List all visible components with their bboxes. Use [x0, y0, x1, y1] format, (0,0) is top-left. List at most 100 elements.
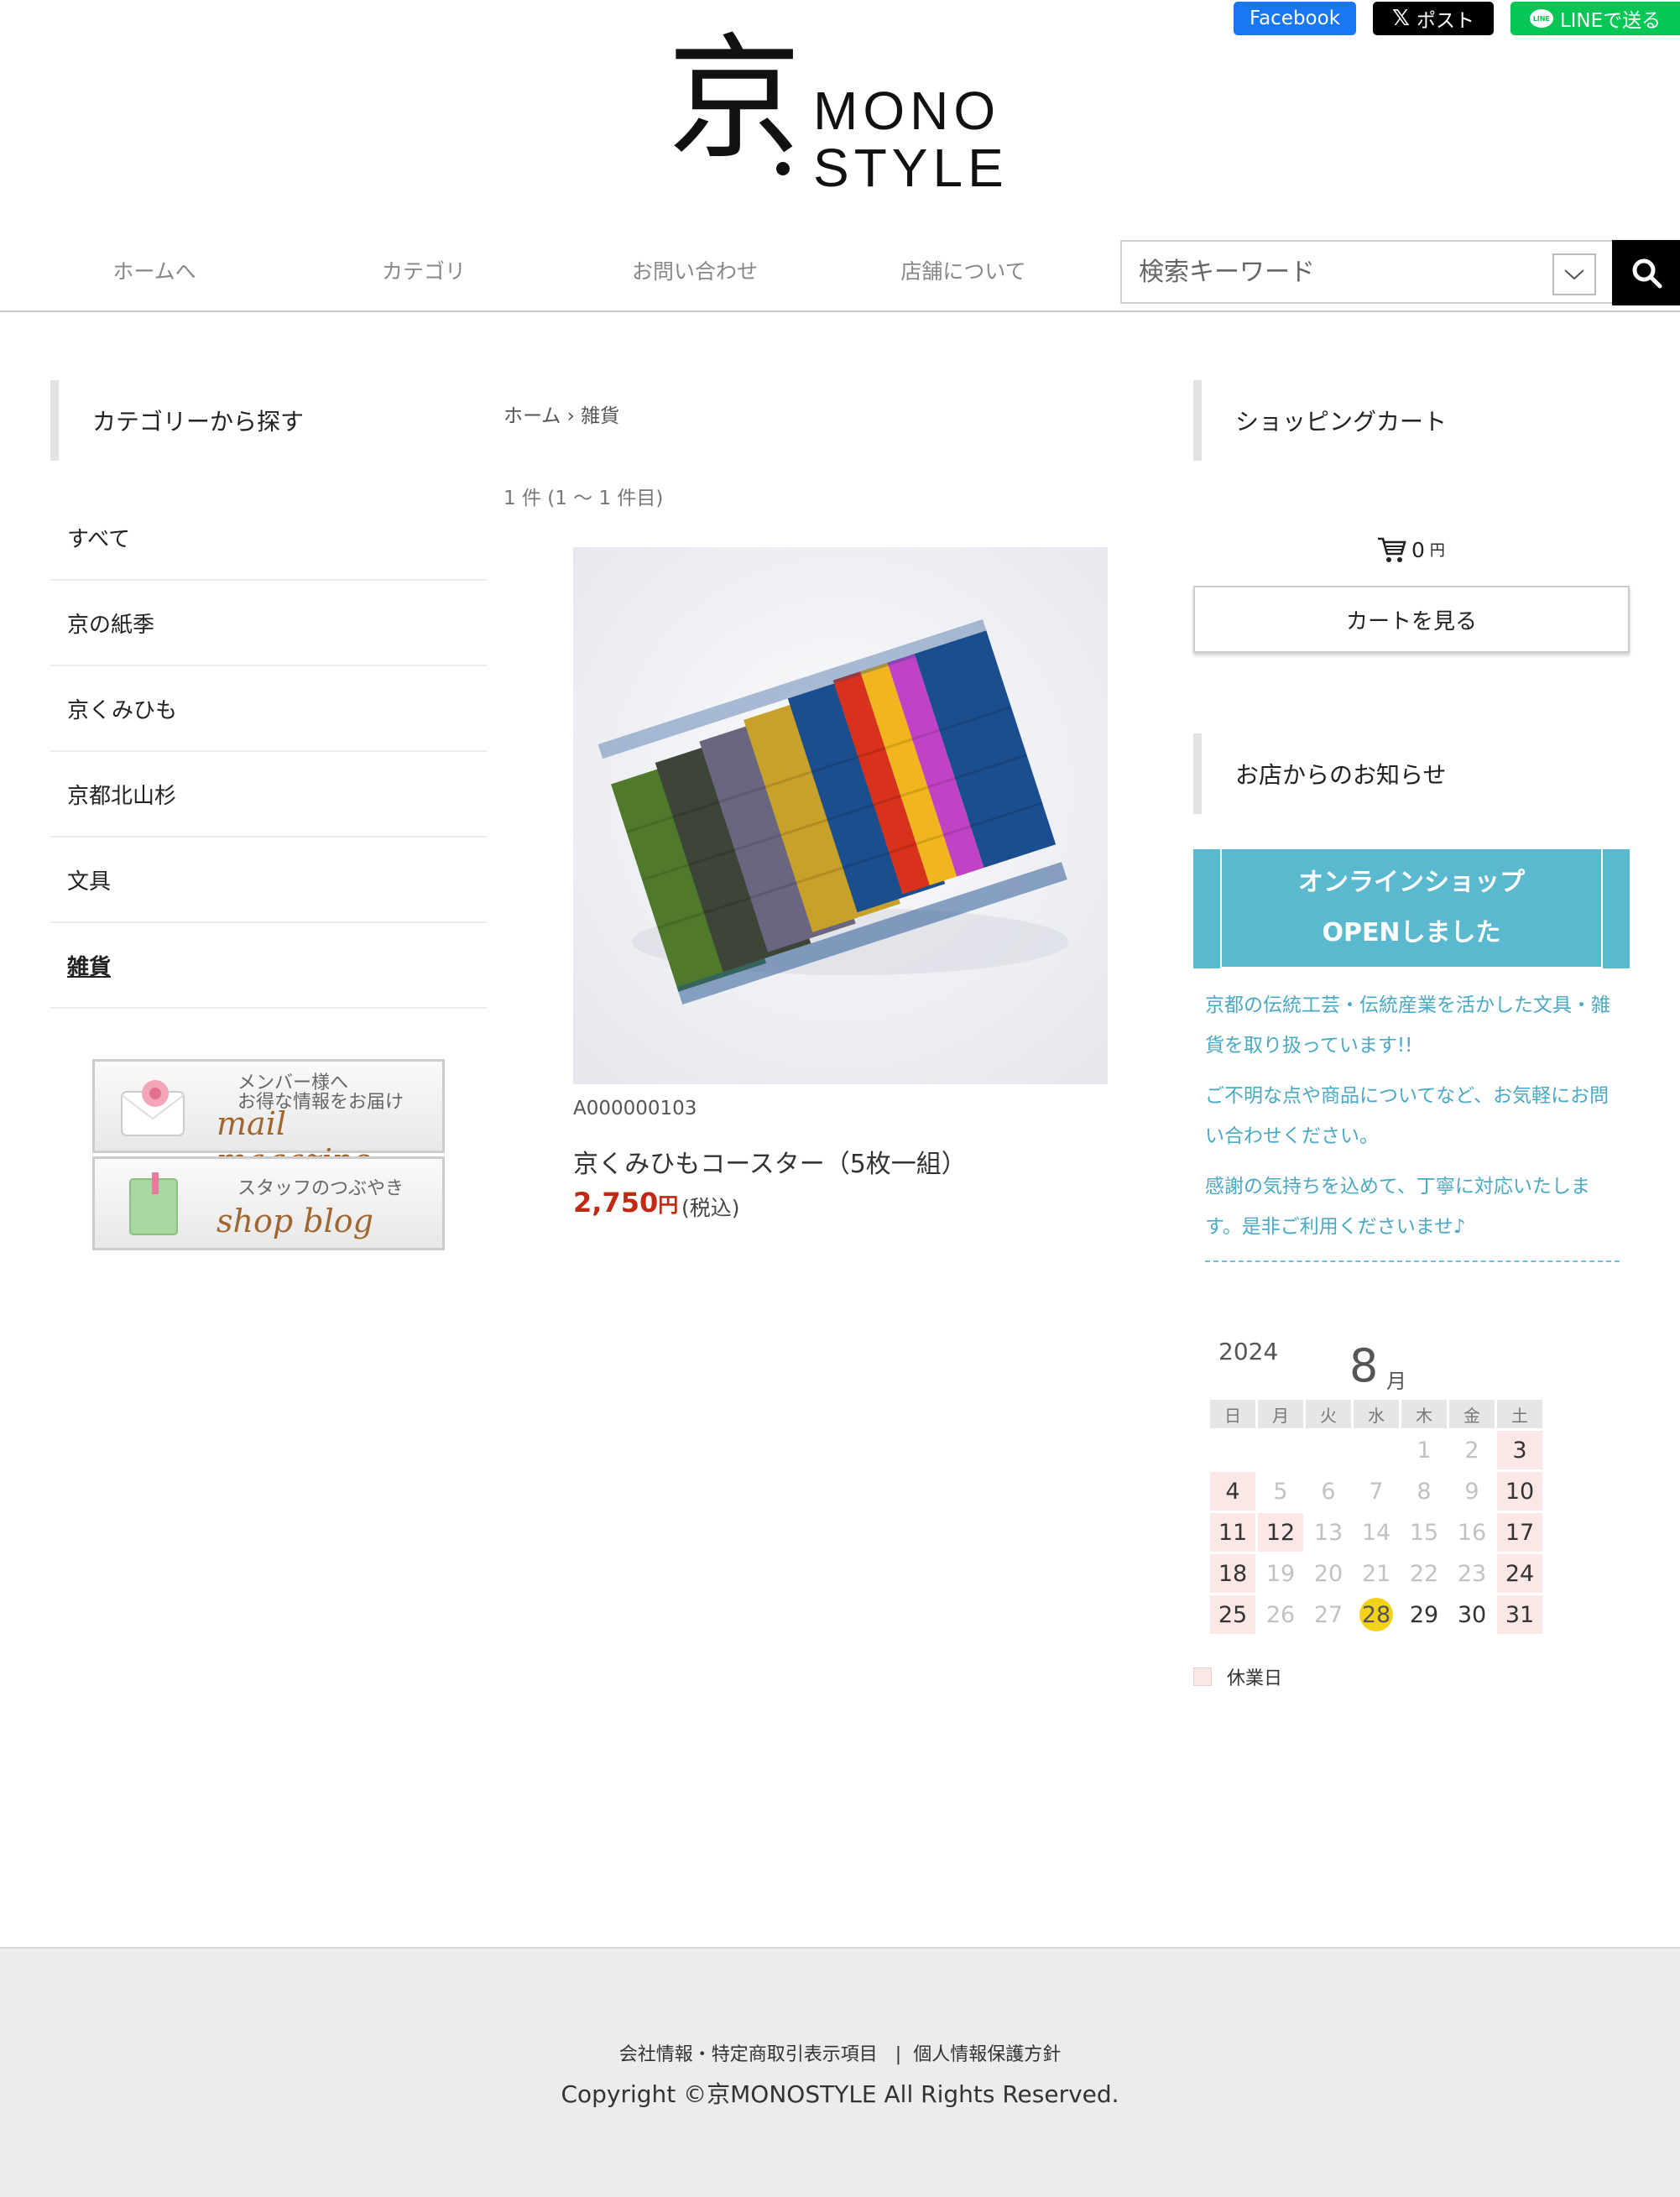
- calendar-day: 6: [1321, 1478, 1336, 1505]
- line-logo-icon: LINE: [1529, 9, 1553, 28]
- product-price: 2,750円: [573, 1187, 678, 1219]
- mail-magazine-banner[interactable]: メンバー様へ お得な情報をお届け mail magazine: [92, 1059, 445, 1179]
- calendar-week: 4 5 6 7 8 9 10: [1210, 1469, 1545, 1511]
- nav-category[interactable]: カテゴリ: [290, 238, 558, 302]
- notice-paragraph-1: 京都の伝統工芸・伝統産業を活かした文具・雑貨を取り扱っています!!: [1205, 994, 1610, 1057]
- nav-about-store[interactable]: 店舗について: [829, 238, 1098, 302]
- cart-heading: ショッピングカート: [1193, 380, 1630, 461]
- calendar-day: 9: [1464, 1478, 1479, 1505]
- category-kitayama-sugi[interactable]: 京都北山杉: [50, 752, 487, 838]
- calendar-day: 31: [1497, 1595, 1542, 1634]
- calendar-day: 26: [1265, 1601, 1296, 1628]
- calendar-day: 8: [1417, 1478, 1432, 1505]
- x-logo-icon: 𝕏: [1392, 6, 1410, 31]
- result-count: 1 件 (1 〜 1 件目): [503, 488, 664, 509]
- weekday-sat: 土: [1497, 1400, 1542, 1428]
- cart-icon: [1378, 537, 1406, 562]
- calendar-day: 16: [1457, 1519, 1487, 1546]
- calendar-week: 11 12 13 14 15 16 17: [1210, 1511, 1545, 1552]
- calendar-day: 4: [1210, 1472, 1255, 1511]
- line-label: LINEで送る: [1559, 10, 1662, 32]
- calendar-day: 28: [1354, 1595, 1399, 1634]
- banner-blog-sub: スタッフのつぶやき: [237, 1178, 404, 1199]
- search-icon: [1632, 258, 1662, 289]
- calendar-day: [1210, 1431, 1255, 1469]
- weekday-tue: 火: [1306, 1400, 1351, 1428]
- calendar-legend: 休業日: [1193, 1663, 1282, 1690]
- calendar-day: 24: [1497, 1554, 1542, 1593]
- category-all[interactable]: すべて: [50, 495, 487, 581]
- coaster-photo: [573, 547, 1108, 1084]
- logo-style-text: STYLE: [813, 138, 1009, 198]
- weekday-wed: 水: [1354, 1400, 1399, 1428]
- price-currency: 円: [658, 1193, 679, 1217]
- line-share-button[interactable]: LINE LINEで送る: [1510, 2, 1680, 35]
- calendar-day: 1: [1417, 1437, 1432, 1464]
- calendar-weekday-row: 日 月 火 水 木 金 土: [1210, 1400, 1545, 1428]
- footer-link-privacy[interactable]: 個人情報保護方針: [913, 2044, 1061, 2065]
- calendar-day: 20: [1313, 1560, 1343, 1587]
- today-marker: 28: [1359, 1598, 1393, 1631]
- tax-note: (税込): [681, 1196, 740, 1220]
- notice-divider: [1205, 1260, 1620, 1262]
- chevron-down-icon: [1564, 269, 1584, 280]
- x-post-button[interactable]: 𝕏 ポスト: [1373, 2, 1494, 35]
- product-sku: A000000103: [573, 1098, 697, 1119]
- breadcrumb[interactable]: ホーム › 雑貨: [503, 399, 619, 428]
- search-button[interactable]: [1612, 240, 1680, 305]
- weekday-fri: 金: [1449, 1400, 1495, 1428]
- banner-blog-title: shop blog: [217, 1203, 373, 1239]
- copyright: Copyright ©京MONOSTYLE All Rights Reserve…: [561, 2080, 1119, 2108]
- closed-day-swatch: [1193, 1667, 1212, 1686]
- calendar-day: 7: [1369, 1478, 1384, 1505]
- product-name[interactable]: 京くみひもコースター（5枚一組）: [573, 1143, 967, 1180]
- footer-link-company[interactable]: 会社情報・特定商取引表示項目: [619, 2044, 878, 2065]
- shop-blog-banner[interactable]: スタッフのつぶやき shop blog: [92, 1156, 445, 1250]
- view-cart-button[interactable]: カートを見る: [1193, 586, 1630, 653]
- calendar-year: 2024: [1218, 1338, 1279, 1365]
- category-kyo-no-shiki[interactable]: 京の紙季: [50, 581, 487, 666]
- calendar-day: [1258, 1431, 1303, 1469]
- calendar-day: 23: [1457, 1560, 1487, 1587]
- calendar-day: 10: [1497, 1472, 1542, 1511]
- logo-mono-text: MONO: [813, 81, 1001, 141]
- facebook-share-button[interactable]: Facebook: [1234, 2, 1356, 35]
- calendar-day: 17: [1497, 1513, 1542, 1552]
- calendar-day: 11: [1210, 1513, 1255, 1552]
- search-box: [1120, 240, 1612, 304]
- category-stationery[interactable]: 文具: [50, 838, 487, 923]
- calendar-day: 3: [1497, 1431, 1542, 1469]
- shop-open-banner[interactable]: オンラインショップ OPENしました: [1193, 849, 1630, 968]
- banner-line-2: OPENしました: [1322, 918, 1501, 947]
- category-kyo-kumihimo[interactable]: 京くみひも: [50, 666, 487, 752]
- shopping-bag-icon: [118, 1167, 189, 1239]
- weekday-thu: 木: [1401, 1400, 1447, 1428]
- weekday-sun: 日: [1210, 1400, 1255, 1428]
- calendar-day: [1306, 1431, 1351, 1469]
- calendar-day: [1354, 1431, 1399, 1469]
- site-logo[interactable]: 京 MONO STYLE: [667, 32, 1020, 198]
- footer: 会社情報・特定商取引表示項目 | 個人情報保護方針 Copyright ©京MO…: [0, 1947, 1680, 2197]
- calendar-month-suffix: 月: [1386, 1370, 1406, 1393]
- calendar-day: 27: [1313, 1601, 1343, 1628]
- x-post-label: ポスト: [1416, 10, 1474, 32]
- price-value: 2,750: [573, 1187, 659, 1219]
- banner-mail-sub-1: メンバー様へ: [237, 1072, 349, 1093]
- business-calendar: 日 月 火 水 木 金 土 1 2 3 4 5 6 7 8 9 10 11 12…: [1210, 1400, 1545, 1634]
- cart-total-unit: 円: [1429, 542, 1445, 560]
- weekday-mon: 月: [1258, 1400, 1303, 1428]
- calendar-day: 25: [1210, 1595, 1255, 1634]
- calendar-day: 14: [1361, 1519, 1391, 1546]
- category-heading: カテゴリーから探す: [50, 380, 487, 461]
- calendar-day: 21: [1361, 1560, 1391, 1587]
- logo-dot: [776, 162, 790, 175]
- calendar-day: 22: [1409, 1560, 1439, 1587]
- closed-day-label: 休業日: [1227, 1668, 1283, 1689]
- nav-contact[interactable]: お問い合わせ: [561, 238, 829, 302]
- product-image[interactable]: [573, 547, 1108, 1084]
- search-category-dropdown[interactable]: [1552, 253, 1596, 295]
- category-zakka[interactable]: 雑貨: [50, 923, 487, 1009]
- search-input[interactable]: [1122, 257, 1542, 287]
- envelope-flower-icon: [118, 1070, 189, 1142]
- nav-home[interactable]: ホームへ: [20, 238, 289, 302]
